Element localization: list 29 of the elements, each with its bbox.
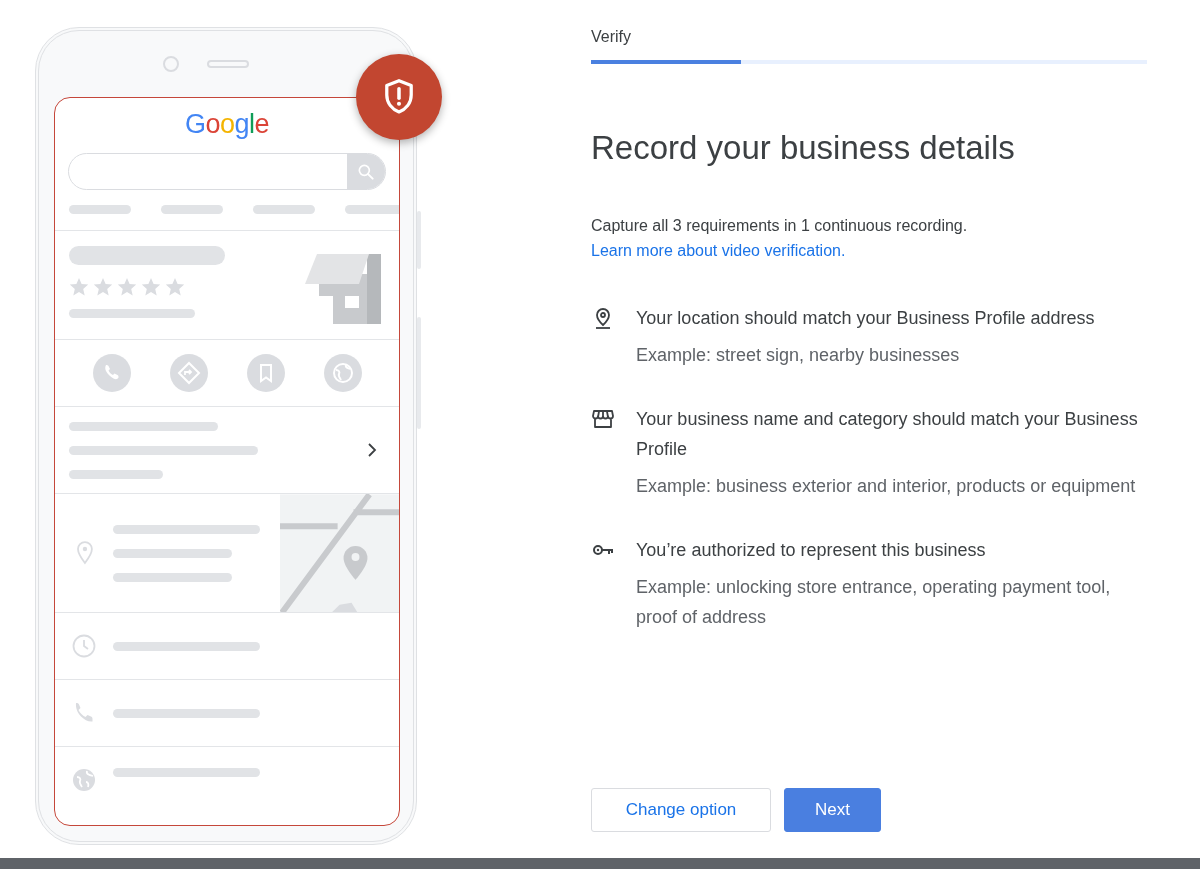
learn-more-link[interactable]: Learn more about video verification. xyxy=(591,242,846,259)
speaker-drawing xyxy=(207,60,249,68)
google-logo: Google xyxy=(184,108,270,140)
intro-text: Capture all 3 requirements in 1 continuous recording. Learn more about video verification. xyxy=(591,216,969,261)
directions-icon xyxy=(169,354,208,392)
phone-icon xyxy=(92,354,131,392)
shield-alert-icon xyxy=(382,78,416,116)
page-title: Record your business details xyxy=(591,128,1016,168)
requirement-example: Example: unlocking store entrance, operating payment tool, proof of address xyxy=(636,576,1112,629)
skeleton-line xyxy=(161,205,223,214)
location-pin-icon xyxy=(75,540,95,566)
requirement-title: Your business name and category should match your Business Profile xyxy=(636,408,1139,461)
requirement-example: Example: street sign, nearby businesses xyxy=(636,344,961,367)
requirement-example: Example: business exterior and interior, products or equipment xyxy=(636,475,1137,498)
requirement-title: You’re authorized to represent this business xyxy=(636,539,987,562)
change-option-button[interactable]: Change option xyxy=(591,788,771,832)
globe-icon xyxy=(323,354,362,392)
skeleton-line xyxy=(253,205,315,214)
chevron-right-icon xyxy=(367,442,377,458)
globe-icon xyxy=(72,768,96,792)
skeleton-line xyxy=(69,205,131,214)
step-label: Verify xyxy=(591,27,632,47)
clock-icon xyxy=(72,634,96,658)
camera-drawing xyxy=(163,56,179,72)
requirement-title: Your location should match your Business Profile address xyxy=(636,307,1096,330)
next-button[interactable]: Next xyxy=(784,788,881,832)
bookmark-icon xyxy=(246,354,285,392)
storefront-icon xyxy=(591,407,615,431)
skeleton-line xyxy=(345,205,399,214)
